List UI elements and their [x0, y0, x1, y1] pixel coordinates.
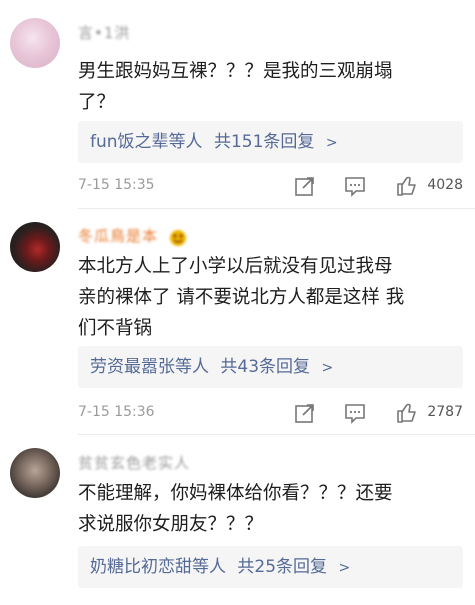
divider: [78, 208, 475, 209]
reply-suffix: 等人: [168, 132, 203, 152]
reply-count: 共43条回复: [220, 357, 311, 377]
avatar[interactable]: [10, 18, 60, 68]
reply-summary-button[interactable]: 劳资最嚣张等人 共43条回复 >: [78, 346, 463, 388]
comment-text-line: 亲的裸体了 请不要说北方人都是这样 我: [78, 287, 405, 308]
reply-summary-button[interactable]: fun饭之辈等人 共151条回复 >: [78, 121, 463, 163]
comment-text: 本北方人上了小学以后就没有见过我母 亲的裸体了 请不要说北方人都是这样 我 们不…: [78, 251, 463, 344]
comment-text-line: 们不背锅: [78, 318, 153, 339]
share-icon[interactable]: [294, 402, 316, 424]
reply-suffix: 等人: [192, 557, 226, 577]
comment-text-line: 了？: [78, 92, 116, 113]
comment-text-line: 求说服你女朋友？？？: [78, 514, 264, 535]
thumbs-up-icon[interactable]: [396, 175, 418, 197]
reply-names: 劳资最嚣张: [90, 357, 175, 377]
chevron-right-icon: >: [338, 560, 351, 576]
thumbs-up-icon[interactable]: [396, 402, 418, 424]
avatar[interactable]: [10, 448, 60, 498]
comment-text: 男生跟妈妈互裸？？？是我的三观崩塌 了？: [78, 56, 463, 118]
comment-icon[interactable]: [344, 175, 366, 197]
timestamp: 7-15 15:35: [78, 177, 155, 193]
reply-count: 共25条回复: [237, 557, 328, 577]
reply-count: 共151条回复: [213, 132, 315, 152]
username[interactable]: 言•1洪: [78, 22, 130, 43]
chevron-right-icon: >: [325, 135, 338, 151]
comment-icon[interactable]: [344, 402, 366, 424]
reply-names: fun饭之辈: [90, 132, 169, 152]
avatar[interactable]: [10, 222, 60, 272]
comment-meta: 7-15 15:35 4028: [78, 175, 463, 199]
username[interactable]: 冬瓜鳥是本: [78, 225, 188, 246]
comment-text-line: 本北方人上了小学以后就没有见过我母: [78, 256, 393, 277]
chevron-right-icon: >: [321, 360, 334, 376]
like-count: 2787: [427, 404, 463, 420]
share-icon[interactable]: [294, 175, 316, 197]
comment-text-line: 不能理解，你妈裸体给你看？？？还要: [78, 483, 393, 504]
comment-text-line: 男生跟妈妈互裸？？？是我的三观崩塌: [78, 61, 393, 82]
vip-badge-icon: [169, 229, 186, 246]
like-count: 4028: [427, 177, 463, 193]
reply-names: 奶糖比初恋甜: [90, 557, 192, 577]
divider: [78, 434, 475, 435]
comment-meta: 7-15 15:36 2787: [78, 402, 463, 426]
comment-text: 不能理解，你妈裸体给你看？？？还要 求说服你女朋友？？？: [78, 478, 463, 540]
username-text: 冬瓜鳥是本: [78, 227, 159, 245]
reply-suffix: 等人: [175, 357, 209, 377]
timestamp: 7-15 15:36: [78, 404, 155, 420]
username[interactable]: 贫贫玄色老实人: [78, 452, 190, 473]
reply-summary-button[interactable]: 奶糖比初恋甜等人 共25条回复 >: [78, 546, 463, 588]
